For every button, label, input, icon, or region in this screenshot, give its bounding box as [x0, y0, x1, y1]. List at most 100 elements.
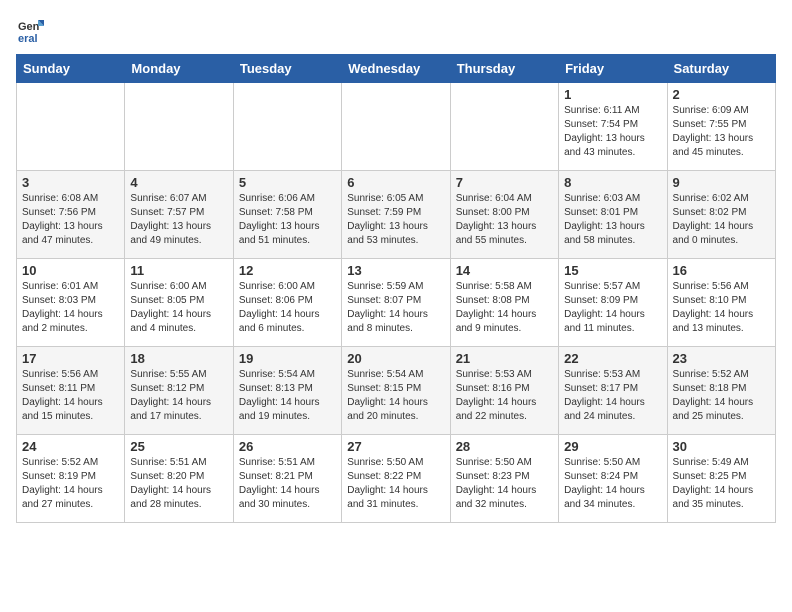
weekday-header-saturday: Saturday — [667, 55, 775, 83]
svg-text:Gen: Gen — [18, 21, 40, 33]
day-info: Sunrise: 6:06 AM Sunset: 7:58 PM Dayligh… — [239, 192, 336, 248]
calendar-cell-w5-d6: 29 Sunrise: 5:50 AM Sunset: 8:24 PM Dayli… — [559, 435, 667, 523]
day-number: 29 — [564, 439, 661, 454]
day-number: 22 — [564, 351, 661, 366]
calendar-cell-w2-d1: 3 Sunrise: 6:08 AM Sunset: 7:56 PM Daylig… — [17, 171, 125, 259]
day-number: 16 — [673, 263, 770, 278]
day-info: Sunrise: 5:55 AM Sunset: 8:12 PM Dayligh… — [130, 368, 227, 424]
day-number: 26 — [239, 439, 336, 454]
calendar-cell-w4-d6: 22Sunrise: 5:53 AM Sunset: 8:17 PM Dayli… — [559, 347, 667, 435]
calendar-cell-w4-d5: 21 Sunrise: 5:53 AM Sunset: 8:16 PM Dayli… — [450, 347, 558, 435]
day-info: Sunrise: 5:53 AM Sunset: 8:16 PM Dayligh… — [456, 368, 553, 424]
day-info: Sunrise: 6:04 AM Sunset: 8:00 PM Dayligh… — [456, 192, 553, 248]
calendar-cell-w3-d6: 15Sunrise: 5:57 AM Sunset: 8:09 PM Dayli… — [559, 259, 667, 347]
day-info: Sunrise: 5:54 AM Sunset: 8:15 PM Dayligh… — [347, 368, 444, 424]
calendar-cell-w2-d2: 4 Sunrise: 6:07 AM Sunset: 7:57 PM Daylig… — [125, 171, 233, 259]
day-info: Sunrise: 6:11 AM Sunset: 7:54 PM Dayligh… — [564, 104, 661, 160]
calendar-cell-w2-d6: 8 Sunrise: 6:03 AM Sunset: 8:01 PM Daylig… — [559, 171, 667, 259]
weekday-header-row: SundayMondayTuesdayWednesdayThursdayFrid… — [17, 55, 776, 83]
day-info: Sunrise: 6:00 AM Sunset: 8:06 PM Dayligh… — [239, 280, 336, 336]
day-number: 15 — [564, 263, 661, 278]
day-info: Sunrise: 5:51 AM Sunset: 8:20 PM Dayligh… — [130, 456, 227, 512]
day-info: Sunrise: 6:08 AM Sunset: 7:56 PM Dayligh… — [22, 192, 119, 248]
day-number: 3 — [22, 175, 119, 190]
calendar-cell-w4-d4: 20 Sunrise: 5:54 AM Sunset: 8:15 PM Dayli… — [342, 347, 450, 435]
day-info: Sunrise: 5:59 AM Sunset: 8:07 PM Dayligh… — [347, 280, 444, 336]
calendar-cell-w1-d5 — [450, 83, 558, 171]
calendar-cell-w1-d6: 1 Sunrise: 6:11 AM Sunset: 7:54 PM Daylig… — [559, 83, 667, 171]
week-row-3: 10 Sunrise: 6:01 AM Sunset: 8:03 PM Dayli… — [17, 259, 776, 347]
day-info: Sunrise: 6:02 AM Sunset: 8:02 PM Dayligh… — [673, 192, 770, 248]
day-number: 9 — [673, 175, 770, 190]
calendar-cell-w2-d5: 7 Sunrise: 6:04 AM Sunset: 8:00 PM Daylig… — [450, 171, 558, 259]
week-row-1: 1 Sunrise: 6:11 AM Sunset: 7:54 PM Daylig… — [17, 83, 776, 171]
logo: Gen eral — [16, 16, 46, 44]
weekday-header-tuesday: Tuesday — [233, 55, 341, 83]
day-info: Sunrise: 6:03 AM Sunset: 8:01 PM Dayligh… — [564, 192, 661, 248]
logo-icon: Gen eral — [16, 16, 44, 44]
calendar-cell-w3-d3: 12 Sunrise: 6:00 AM Sunset: 8:06 PM Dayli… — [233, 259, 341, 347]
calendar-table: SundayMondayTuesdayWednesdayThursdayFrid… — [16, 54, 776, 523]
day-number: 2 — [673, 87, 770, 102]
weekday-header-thursday: Thursday — [450, 55, 558, 83]
calendar-cell-w1-d4 — [342, 83, 450, 171]
calendar-cell-w2-d4: 6 Sunrise: 6:05 AM Sunset: 7:59 PM Daylig… — [342, 171, 450, 259]
calendar-cell-w1-d1 — [17, 83, 125, 171]
day-info: Sunrise: 6:05 AM Sunset: 7:59 PM Dayligh… — [347, 192, 444, 248]
day-info: Sunrise: 5:52 AM Sunset: 8:18 PM Dayligh… — [673, 368, 770, 424]
day-number: 20 — [347, 351, 444, 366]
day-info: Sunrise: 5:50 AM Sunset: 8:22 PM Dayligh… — [347, 456, 444, 512]
day-number: 25 — [130, 439, 227, 454]
day-number: 27 — [347, 439, 444, 454]
calendar-cell-w4-d1: 17 Sunrise: 5:56 AM Sunset: 8:11 PM Dayli… — [17, 347, 125, 435]
day-number: 6 — [347, 175, 444, 190]
calendar-cell-w4-d7: 23Sunrise: 5:52 AM Sunset: 8:18 PM Dayli… — [667, 347, 775, 435]
calendar-cell-w4-d3: 19Sunrise: 5:54 AM Sunset: 8:13 PM Dayli… — [233, 347, 341, 435]
calendar-cell-w4-d2: 18Sunrise: 5:55 AM Sunset: 8:12 PM Dayli… — [125, 347, 233, 435]
day-number: 1 — [564, 87, 661, 102]
day-number: 5 — [239, 175, 336, 190]
day-info: Sunrise: 6:00 AM Sunset: 8:05 PM Dayligh… — [130, 280, 227, 336]
day-number: 12 — [239, 263, 336, 278]
weekday-header-wednesday: Wednesday — [342, 55, 450, 83]
day-number: 4 — [130, 175, 227, 190]
day-info: Sunrise: 6:01 AM Sunset: 8:03 PM Dayligh… — [22, 280, 119, 336]
day-info: Sunrise: 6:07 AM Sunset: 7:57 PM Dayligh… — [130, 192, 227, 248]
day-number: 19 — [239, 351, 336, 366]
day-info: Sunrise: 5:56 AM Sunset: 8:11 PM Dayligh… — [22, 368, 119, 424]
calendar-cell-w5-d3: 26 Sunrise: 5:51 AM Sunset: 8:21 PM Dayli… — [233, 435, 341, 523]
day-info: Sunrise: 5:50 AM Sunset: 8:24 PM Dayligh… — [564, 456, 661, 512]
day-info: Sunrise: 5:52 AM Sunset: 8:19 PM Dayligh… — [22, 456, 119, 512]
calendar-cell-w1-d2 — [125, 83, 233, 171]
page-header: Gen eral — [16, 16, 776, 44]
weekday-header-sunday: Sunday — [17, 55, 125, 83]
calendar-cell-w5-d4: 27 Sunrise: 5:50 AM Sunset: 8:22 PM Dayli… — [342, 435, 450, 523]
calendar-cell-w5-d5: 28 Sunrise: 5:50 AM Sunset: 8:23 PM Dayli… — [450, 435, 558, 523]
day-info: Sunrise: 5:49 AM Sunset: 8:25 PM Dayligh… — [673, 456, 770, 512]
day-number: 13 — [347, 263, 444, 278]
week-row-4: 17 Sunrise: 5:56 AM Sunset: 8:11 PM Dayli… — [17, 347, 776, 435]
day-number: 7 — [456, 175, 553, 190]
day-info: Sunrise: 6:09 AM Sunset: 7:55 PM Dayligh… — [673, 104, 770, 160]
day-info: Sunrise: 5:50 AM Sunset: 8:23 PM Dayligh… — [456, 456, 553, 512]
day-number: 30 — [673, 439, 770, 454]
svg-text:eral: eral — [18, 33, 38, 44]
calendar-cell-w1-d7: 2 Sunrise: 6:09 AM Sunset: 7:55 PM Daylig… — [667, 83, 775, 171]
calendar-cell-w5-d1: 24Sunrise: 5:52 AM Sunset: 8:19 PM Dayli… — [17, 435, 125, 523]
day-info: Sunrise: 5:51 AM Sunset: 8:21 PM Dayligh… — [239, 456, 336, 512]
day-number: 11 — [130, 263, 227, 278]
day-number: 17 — [22, 351, 119, 366]
day-number: 28 — [456, 439, 553, 454]
day-number: 21 — [456, 351, 553, 366]
day-number: 10 — [22, 263, 119, 278]
weekday-header-monday: Monday — [125, 55, 233, 83]
calendar-cell-w5-d2: 25 Sunrise: 5:51 AM Sunset: 8:20 PM Dayli… — [125, 435, 233, 523]
calendar-cell-w2-d3: 5 Sunrise: 6:06 AM Sunset: 7:58 PM Daylig… — [233, 171, 341, 259]
weekday-header-friday: Friday — [559, 55, 667, 83]
calendar-cell-w3-d1: 10 Sunrise: 6:01 AM Sunset: 8:03 PM Dayli… — [17, 259, 125, 347]
calendar-cell-w3-d5: 14Sunrise: 5:58 AM Sunset: 8:08 PM Dayli… — [450, 259, 558, 347]
calendar-cell-w1-d3 — [233, 83, 341, 171]
day-number: 8 — [564, 175, 661, 190]
day-info: Sunrise: 5:58 AM Sunset: 8:08 PM Dayligh… — [456, 280, 553, 336]
week-row-5: 24Sunrise: 5:52 AM Sunset: 8:19 PM Dayli… — [17, 435, 776, 523]
